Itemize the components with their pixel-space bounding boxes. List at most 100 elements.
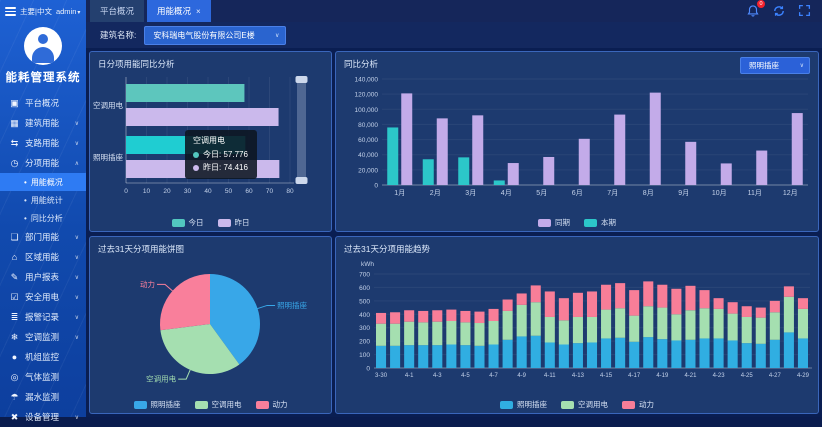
sidebar-subitem[interactable]: •用能统计 (0, 191, 86, 209)
sidebar-subitem-label: 用能统计 (31, 195, 63, 206)
folder-icon: ❏ (9, 232, 20, 243)
avatar (24, 27, 62, 65)
sidebar-item-label: 部门用能 (25, 231, 59, 243)
notification-bell-icon[interactable]: 0 (746, 4, 760, 18)
building-select[interactable]: 安科瑞电气股份有限公司E楼∨ (144, 26, 286, 45)
chevron-down-icon: ∨ (75, 314, 79, 321)
svg-text:4-13: 4-13 (572, 373, 585, 379)
svg-text:4-9: 4-9 (517, 373, 526, 379)
user-menu[interactable]: admin▾ (56, 7, 80, 16)
svg-text:4-23: 4-23 (713, 373, 726, 379)
sidebar-item[interactable]: ⌂区域用能∨ (0, 247, 86, 267)
legend-item[interactable]: 动力 (256, 399, 288, 410)
panel-31day-trend: 过去31天分项用能趋势 0100200300400500600700kWh3-3… (335, 236, 819, 414)
legend-item[interactable]: 今日 (172, 217, 204, 228)
region-icon: ⌂ (9, 252, 20, 262)
legend-item[interactable]: 动力 (622, 399, 654, 410)
sidebar-item[interactable]: ☂漏水监测 (0, 387, 86, 407)
sidebar-item-label: 机组监控 (25, 351, 59, 363)
refresh-icon[interactable] (772, 4, 786, 18)
daily-comparison-bar-chart[interactable]: 01020304050607080空调用电照明插座 (90, 71, 331, 208)
chart-legend: 同期 本期 (336, 217, 818, 228)
tab-energy-overview[interactable]: 用能概况× (147, 0, 211, 22)
legend-item[interactable]: 空调用电 (195, 399, 242, 410)
svg-text:4-1: 4-1 (405, 373, 414, 379)
legend-swatch-icon (134, 401, 147, 409)
subitem-pie-chart[interactable]: 照明插座空调用电动力 (90, 256, 331, 390)
panel-title: 日分项用能同比分析 (90, 52, 331, 71)
svg-text:80,000: 80,000 (358, 122, 378, 129)
datazoom-slider[interactable] (297, 77, 306, 183)
sidebar: 主要|中文 admin▾ 能耗管理系统 ▣平台概况▦建筑用能∨⇆支路用能∨◷分项… (0, 0, 86, 417)
svg-text:0: 0 (374, 183, 378, 190)
chevron-down-icon: ∨ (75, 254, 79, 261)
user-name: admin (56, 7, 76, 16)
hamburger-menu-icon[interactable] (5, 7, 16, 16)
svg-text:0: 0 (366, 366, 370, 373)
legend-item[interactable]: 同期 (538, 217, 570, 228)
chevron-down-icon: ∨ (275, 32, 279, 39)
legend-label: 照明插座 (517, 399, 547, 410)
svg-text:10: 10 (143, 188, 151, 195)
bullet-icon: • (24, 178, 27, 187)
sidebar-item[interactable]: ◎气体监测 (0, 367, 86, 387)
datazoom-handle[interactable] (296, 177, 308, 184)
legend-label: 动力 (273, 399, 288, 410)
sidebar-item-label: 用户报表 (25, 271, 59, 283)
subitem-select[interactable]: 照明插座∨ (740, 57, 810, 74)
sidebar-item[interactable]: ✎用户报表∨ (0, 267, 86, 287)
svg-text:6月: 6月 (572, 189, 583, 197)
sidebar-item[interactable]: ●机组监控 (0, 347, 86, 367)
chevron-down-icon: ∨ (75, 140, 79, 147)
legend-swatch-icon (561, 401, 574, 409)
legend-item[interactable]: 本期 (584, 217, 616, 228)
sidebar-item[interactable]: ⇆支路用能∨ (0, 133, 86, 153)
legend-item[interactable]: 照明插座 (500, 399, 547, 410)
sidebar-item[interactable]: ❏部门用能∨ (0, 227, 86, 247)
svg-text:4-5: 4-5 (461, 373, 470, 379)
sidebar-item[interactable]: ▣平台概况 (0, 93, 86, 113)
sidebar-item[interactable]: ☑安全用电∨ (0, 287, 86, 307)
svg-text:4月: 4月 (501, 189, 512, 197)
svg-text:60: 60 (245, 188, 253, 195)
sidebar-subitem[interactable]: •用能概况 (0, 173, 86, 191)
trend-stacked-bar-chart[interactable]: 0100200300400500600700kWh3-304-14-34-54-… (336, 256, 818, 390)
sidebar-item[interactable]: ≣报警记录∨ (0, 307, 86, 327)
sidebar-item-label: 分项用能 (25, 157, 59, 169)
pie-slice[interactable] (160, 274, 210, 330)
fullscreen-icon[interactable] (798, 4, 812, 18)
svg-text:20: 20 (163, 188, 171, 195)
legend-label: 今日 (189, 217, 204, 228)
legend-item[interactable]: 昨日 (218, 217, 250, 228)
svg-text:4-29: 4-29 (797, 373, 810, 379)
chevron-down-icon: ∨ (75, 414, 79, 421)
sidebar-item[interactable]: ▦建筑用能∨ (0, 113, 86, 133)
report-icon: ✎ (9, 272, 20, 283)
branch-icon: ⇆ (9, 138, 20, 149)
locale-switcher[interactable]: 主要|中文 (20, 6, 52, 17)
sidebar-subitem[interactable]: •同比分析 (0, 209, 86, 227)
legend-label: 照明插座 (151, 399, 181, 410)
svg-text:7月: 7月 (607, 189, 618, 197)
svg-text:动力: 动力 (140, 279, 155, 289)
legend-swatch-icon (622, 401, 635, 409)
sidebar-item[interactable]: ✖设备管理∨ (0, 407, 86, 427)
svg-text:4-21: 4-21 (684, 373, 697, 379)
legend-swatch-icon (195, 401, 208, 409)
clock-icon: ◷ (9, 158, 20, 169)
datazoom-handle[interactable] (296, 76, 308, 83)
svg-text:4-25: 4-25 (741, 373, 754, 379)
gas-icon: ◎ (9, 372, 20, 383)
sidebar-item[interactable]: ❄空调监测∨ (0, 327, 86, 347)
svg-text:空调用电: 空调用电 (93, 100, 123, 110)
svg-text:9月: 9月 (678, 189, 689, 197)
tab-close-icon[interactable]: × (196, 7, 201, 16)
tab-platform-overview[interactable]: 平台概况 (90, 0, 144, 22)
yoy-bar-chart[interactable]: 020,00040,00060,00080,000100,000120,0001… (336, 71, 818, 208)
svg-text:80: 80 (286, 188, 294, 195)
legend-item[interactable]: 空调用电 (561, 399, 608, 410)
svg-text:300: 300 (359, 325, 370, 332)
sidebar-item[interactable]: ◷分项用能∧ (0, 153, 86, 173)
legend-item[interactable]: 照明插座 (134, 399, 181, 410)
svg-text:5月: 5月 (536, 189, 547, 197)
